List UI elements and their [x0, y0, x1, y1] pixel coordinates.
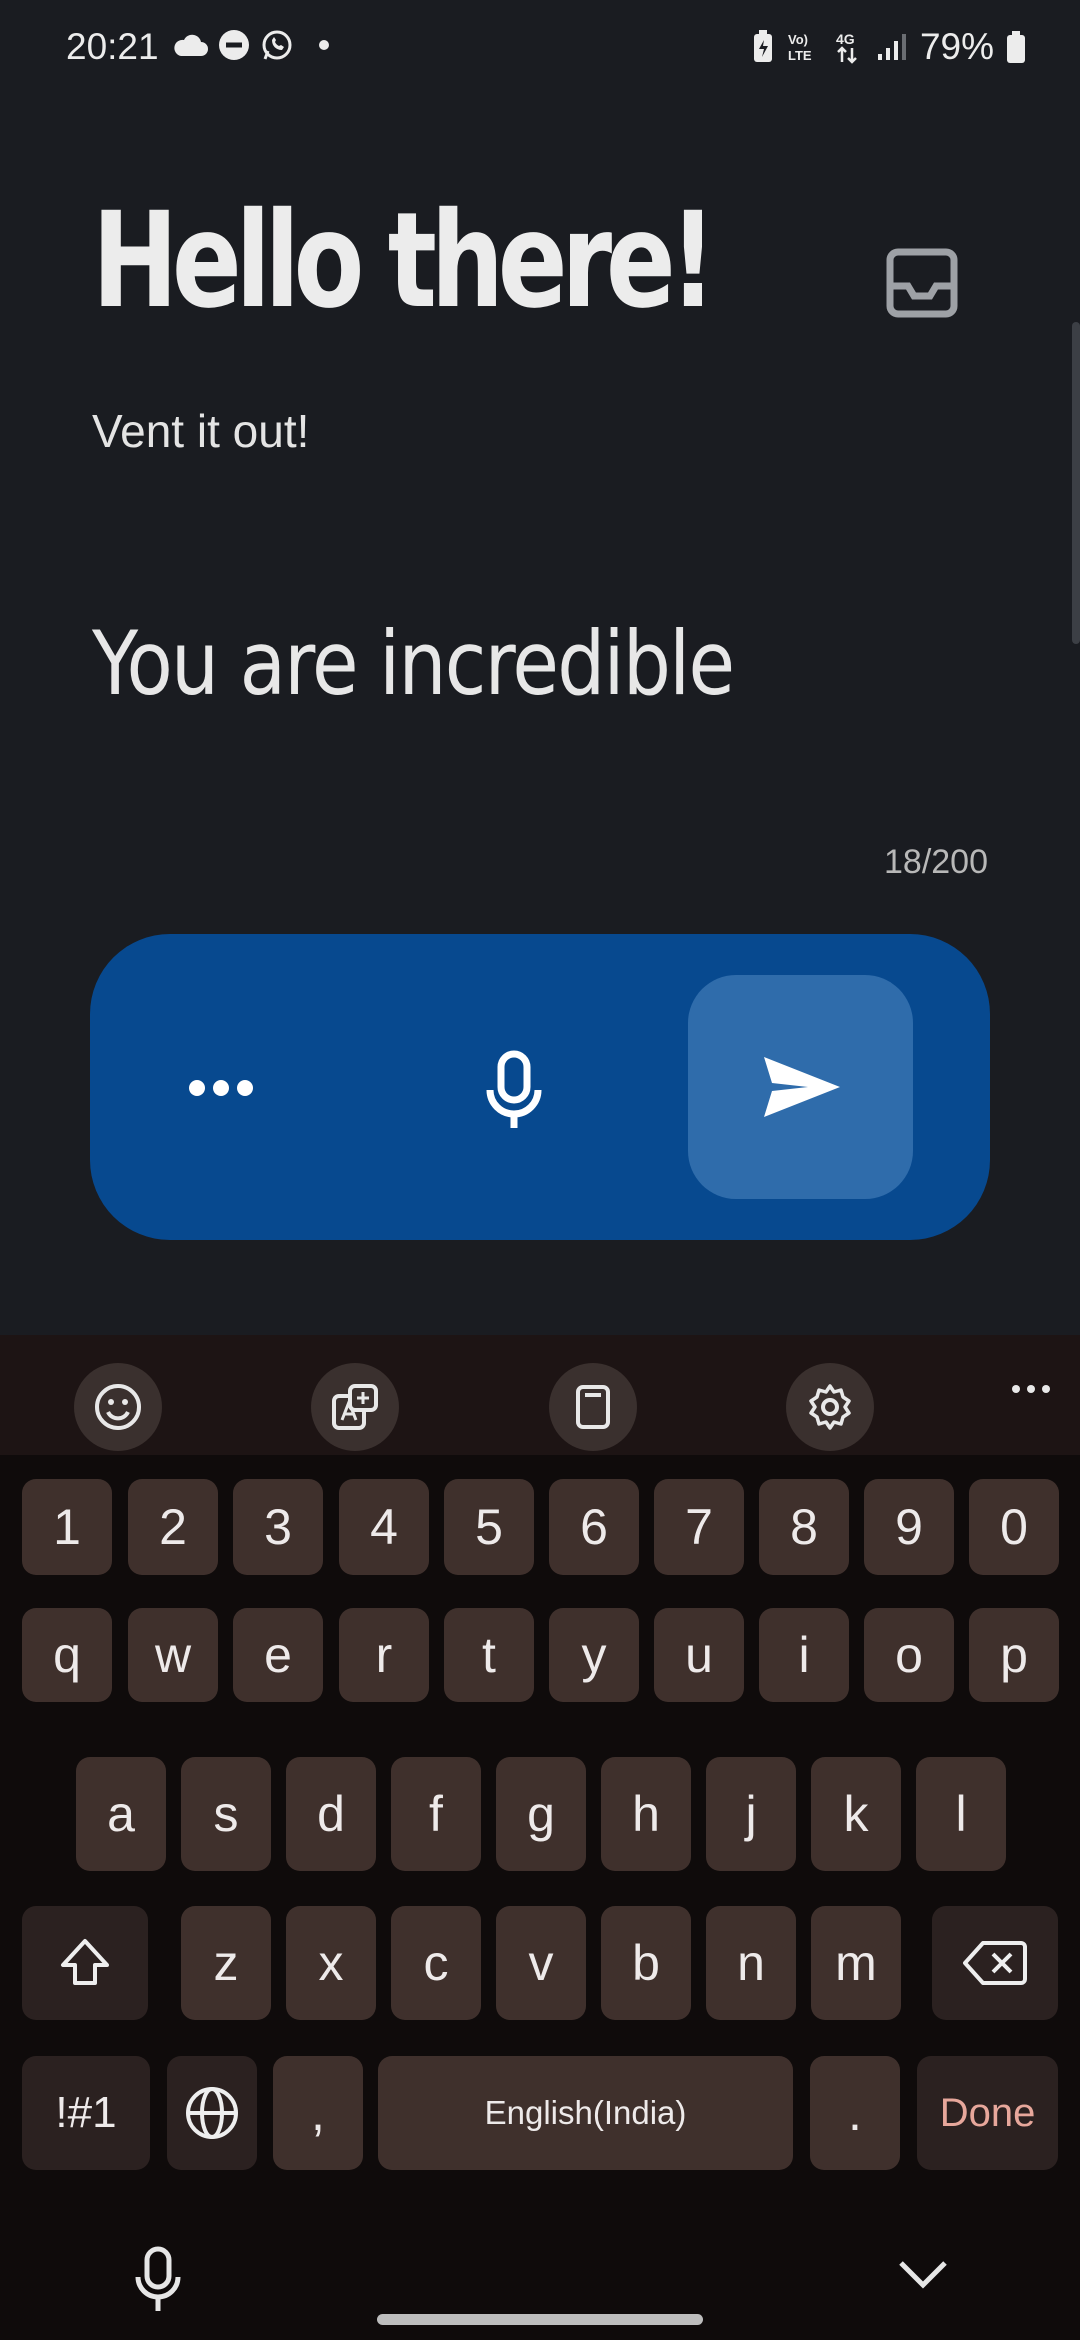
key-t[interactable]: t: [444, 1608, 534, 1702]
key-8[interactable]: 8: [759, 1479, 849, 1575]
battery-percent: 79%: [919, 26, 994, 67]
send-button[interactable]: [688, 975, 913, 1199]
voice-input-button[interactable]: [474, 1040, 554, 1140]
emoji-button[interactable]: [74, 1363, 162, 1451]
key-e[interactable]: e: [233, 1608, 323, 1702]
app-screen: 20:21 Vo) LTE 4G 79% Hello there! Vent it…: [0, 0, 1080, 1335]
key-w[interactable]: w: [128, 1608, 218, 1702]
more-dot: [237, 1080, 253, 1096]
translate-button[interactable]: [311, 1363, 399, 1451]
key-k[interactable]: k: [811, 1757, 901, 1871]
key-v[interactable]: v: [496, 1906, 586, 2020]
hide-keyboard-button[interactable]: [895, 2253, 951, 2293]
key-7[interactable]: 7: [654, 1479, 744, 1575]
whatsapp-icon: [262, 30, 292, 60]
network-4g-icon: 4G: [836, 31, 857, 64]
key-0[interactable]: 0: [969, 1479, 1059, 1575]
status-system-icons: Vo) LTE 4G 79%: [752, 26, 1026, 68]
key-6[interactable]: 6: [549, 1479, 639, 1575]
key-s[interactable]: s: [181, 1757, 271, 1871]
settings-icon: [809, 1384, 851, 1430]
key-4[interactable]: 4: [339, 1479, 429, 1575]
language-key[interactable]: [167, 2056, 257, 2170]
status-time: 20:21: [66, 26, 159, 67]
key-j[interactable]: j: [706, 1757, 796, 1871]
key-h[interactable]: h: [601, 1757, 691, 1871]
battery-saver-icon: [753, 30, 772, 62]
key-p[interactable]: p: [969, 1608, 1059, 1702]
page-title: Hello there!: [92, 184, 716, 338]
signal-icon: [877, 34, 906, 60]
key-z[interactable]: z: [181, 1906, 271, 2020]
volte-icon: Vo)LTE: [788, 32, 812, 63]
key-m[interactable]: m: [811, 1906, 901, 2020]
clipboard-icon: [576, 1385, 610, 1429]
symbols-key[interactable]: !#1: [22, 2056, 150, 2170]
key-x[interactable]: x: [286, 1906, 376, 2020]
key-l[interactable]: l: [916, 1757, 1006, 1871]
clipboard-button[interactable]: [549, 1363, 637, 1451]
status-notification-icons: [172, 28, 334, 62]
status-bar: 20:21 Vo) LTE 4G 79%: [0, 0, 1080, 100]
backspace-icon: [963, 1941, 1027, 1985]
key-3[interactable]: 3: [233, 1479, 323, 1575]
key-2[interactable]: 2: [128, 1479, 218, 1575]
key-i[interactable]: i: [759, 1608, 849, 1702]
globe-icon: [186, 2087, 238, 2139]
key-f[interactable]: f: [391, 1757, 481, 1871]
keyboard-toolbar: [0, 1335, 1080, 1455]
chevron-down-icon: [899, 2261, 947, 2289]
comma-key[interactable]: ,: [273, 2056, 363, 2170]
dot-icon: [319, 40, 329, 50]
keyboard-voice-button[interactable]: [130, 2245, 186, 2315]
microphone-icon: [135, 2246, 181, 2311]
more-icon[interactable]: [1012, 1385, 1050, 1393]
microphone-icon: [486, 1050, 542, 1128]
key-1[interactable]: 1: [22, 1479, 112, 1575]
do-not-disturb-icon: [219, 30, 249, 60]
key-b[interactable]: b: [601, 1906, 691, 2020]
key-g[interactable]: g: [496, 1757, 586, 1871]
scrollbar[interactable]: [1072, 322, 1080, 644]
message-input[interactable]: You are incredible: [92, 612, 735, 715]
cloud-icon: [174, 34, 208, 56]
backspace-key[interactable]: [932, 1906, 1058, 2020]
svg-text:4G: 4G: [836, 31, 855, 47]
translate-icon: [332, 1384, 378, 1430]
svg-text:Vo): Vo): [788, 32, 808, 47]
key-5[interactable]: 5: [444, 1479, 534, 1575]
svg-text:LTE: LTE: [788, 48, 812, 63]
key-u[interactable]: u: [654, 1608, 744, 1702]
key-n[interactable]: n: [706, 1906, 796, 2020]
key-d[interactable]: d: [286, 1757, 376, 1871]
page-subtitle: Vent it out!: [92, 405, 310, 457]
key-r[interactable]: r: [339, 1608, 429, 1702]
shift-key[interactable]: [22, 1906, 148, 2020]
key-c[interactable]: c: [391, 1906, 481, 2020]
space-key[interactable]: English(India): [378, 2056, 793, 2170]
shift-icon: [61, 1939, 109, 1985]
period-key[interactable]: .: [810, 2056, 900, 2170]
key-o[interactable]: o: [864, 1608, 954, 1702]
keyboard-settings-button[interactable]: [786, 1363, 874, 1451]
battery-icon: [1007, 31, 1025, 63]
home-gesture-bar[interactable]: [377, 2314, 703, 2325]
key-y[interactable]: y: [549, 1608, 639, 1702]
character-counter: 18/200: [884, 843, 988, 881]
more-dot: [213, 1080, 229, 1096]
done-key[interactable]: Done: [917, 2056, 1058, 2170]
emoji-icon: [95, 1384, 141, 1430]
send-icon: [764, 1057, 840, 1117]
inbox-icon[interactable]: [886, 248, 958, 318]
more-horizontal-icon: [189, 1080, 205, 1096]
key-9[interactable]: 9: [864, 1479, 954, 1575]
key-a[interactable]: a: [76, 1757, 166, 1871]
key-q[interactable]: q: [22, 1608, 112, 1702]
more-options-button[interactable]: [136, 1038, 306, 1138]
